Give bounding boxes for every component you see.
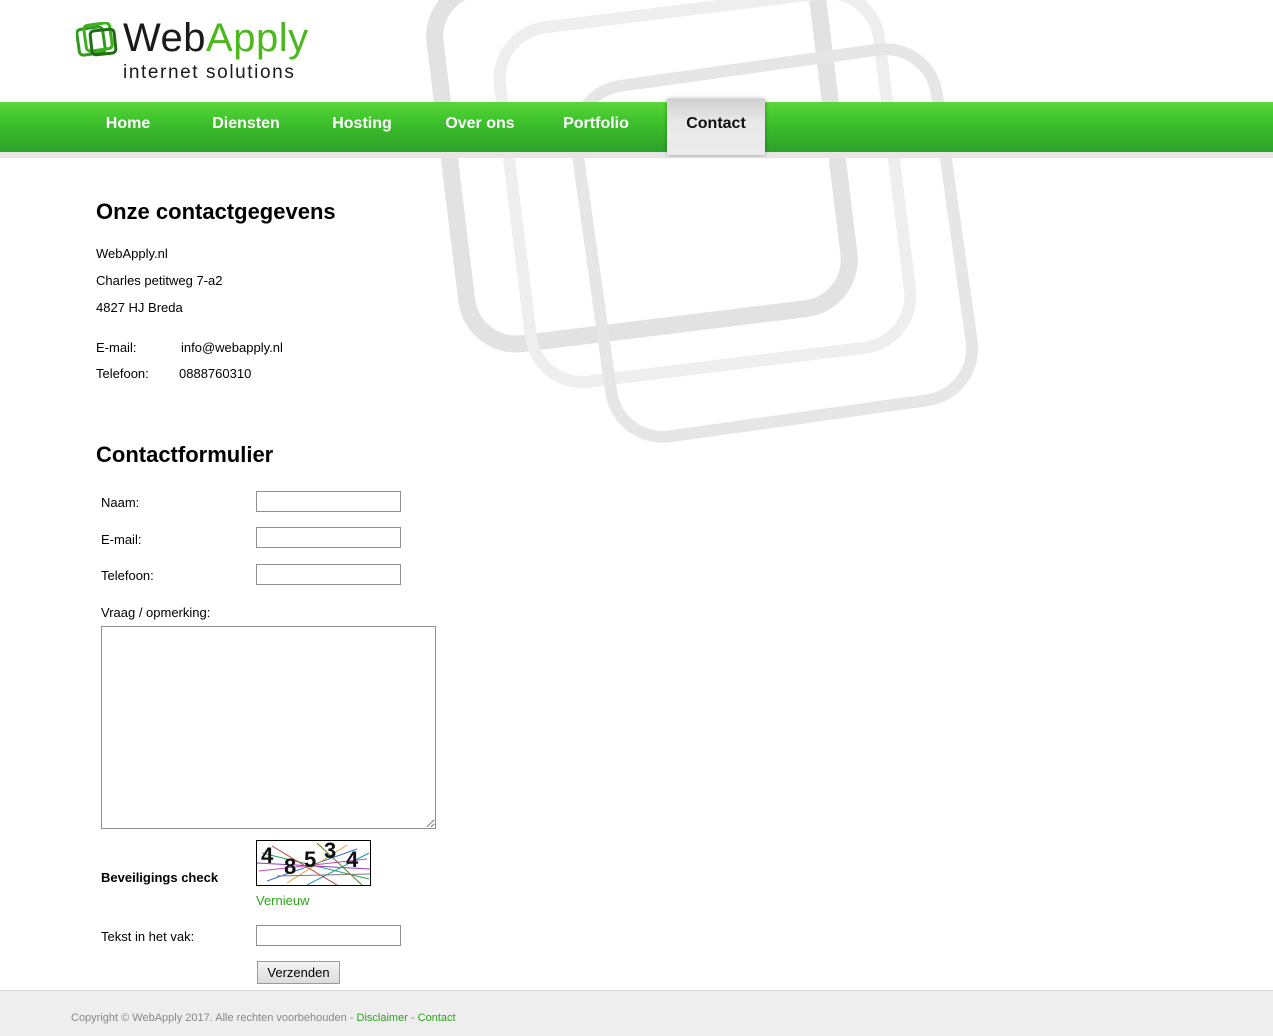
captcha-char: 4 (346, 847, 359, 872)
logo-squares-icon (76, 22, 118, 57)
captcha-char: 5 (304, 847, 317, 872)
captcha-input[interactable] (256, 925, 401, 946)
company-name: WebApply.nl (96, 246, 168, 261)
captcha-image: 4 8 5 3 4 (256, 840, 371, 886)
disclaimer-link[interactable]: Disclaimer (357, 1012, 408, 1024)
security-check-label: Beveiligings check (101, 870, 219, 885)
contact-heading: Onze contactgegevens (96, 199, 336, 224)
logo-tagline: internet solutions (123, 62, 296, 83)
email-input[interactable] (256, 527, 401, 548)
background-frame-decoration (562, 35, 986, 451)
nav-item-home[interactable]: Home (90, 102, 166, 152)
footer-contact-link[interactable]: Contact (418, 1012, 456, 1024)
main-navigation: Home Diensten Hosting Over ons Portfolio… (0, 99, 1273, 158)
email-label: E-mail: (96, 340, 137, 355)
form-email-label: E-mail: (101, 532, 142, 547)
copyright-text: Copyright © WebApply 2017. Alle rechten … (71, 1012, 357, 1024)
city-address: 4827 HJ Breda (96, 300, 183, 315)
form-heading: Contactformulier (96, 442, 274, 467)
nav-item-contact[interactable]: Contact (667, 99, 765, 155)
question-textarea[interactable] (101, 626, 436, 829)
email-value[interactable]: info@webapply.nl (181, 340, 283, 355)
phone-label: Telefoon: (96, 366, 149, 381)
street-address: Charles petitweg 7-a2 (96, 273, 223, 288)
nav-item-over-ons[interactable]: Over ons (430, 102, 530, 152)
logo-wordmark: WebApply (123, 16, 309, 60)
site-logo[interactable]: WebApply internet solutions (76, 16, 326, 86)
footer-separator: - (407, 1012, 418, 1024)
nav-item-hosting[interactable]: Hosting (318, 102, 406, 152)
captcha-char: 8 (284, 854, 297, 879)
captcha-refresh-link[interactable]: Vernieuw (256, 893, 309, 908)
footer-text: Copyright © WebApply 2017. Alle rechten … (71, 1012, 456, 1024)
nav-item-diensten[interactable]: Diensten (196, 102, 296, 152)
name-label: Naam: (101, 495, 140, 510)
footer: Copyright © WebApply 2017. Alle rechten … (0, 990, 1273, 1036)
captcha-char: 4 (261, 843, 274, 868)
nav-item-portfolio[interactable]: Portfolio (550, 102, 642, 152)
form-phone-label: Telefoon: (101, 568, 154, 583)
phone-input[interactable] (256, 564, 401, 585)
question-label: Vraag / opmerking: (101, 605, 211, 620)
submit-button[interactable]: Verzenden (257, 961, 340, 984)
captcha-input-label: Tekst in het vak: (101, 929, 195, 944)
name-input[interactable] (256, 491, 401, 512)
captcha-refresh-wrapper: Vernieuw (256, 893, 309, 908)
phone-value: 0888760310 (179, 366, 252, 381)
captcha-char: 3 (324, 840, 337, 863)
